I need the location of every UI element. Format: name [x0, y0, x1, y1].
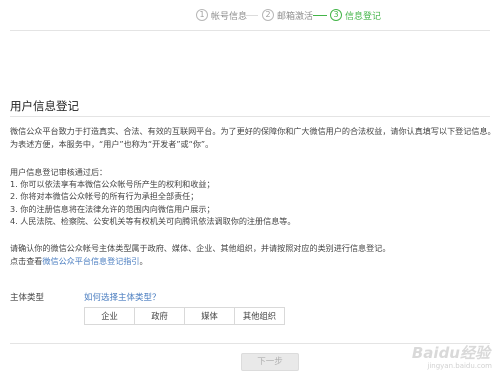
page-title: 用户信息登记: [10, 99, 79, 113]
guide-prefix: 点击查看: [10, 256, 43, 266]
subject-option-other-org[interactable]: 其他组织: [234, 307, 285, 325]
guide-suffix: 。: [139, 256, 148, 266]
step-label: 帐号信息: [211, 11, 248, 22]
watermark-url: jingyan.baidu.com: [427, 362, 492, 370]
step-number: 3: [330, 9, 342, 21]
step-connector: [313, 15, 327, 16]
review-heading: 用户信息登记审核通过后：: [10, 167, 108, 177]
review-item: 1. 你可以依法享有本微信公众帐号所产生的权利和收益；: [10, 179, 215, 189]
subject-type-label: 主体类型: [10, 293, 45, 303]
step-connector: [246, 15, 258, 16]
step-label: 邮箱激活: [277, 11, 314, 22]
guide-link[interactable]: 微信公众平台信息登记指引: [42, 256, 139, 266]
subject-option-enterprise[interactable]: 企业: [84, 307, 135, 325]
step-info-registration: 3 信息登记: [330, 7, 381, 23]
subject-type-help-link[interactable]: 如何选择主体类型？: [84, 291, 161, 303]
step-email-activation: 2 邮箱激活: [262, 7, 313, 23]
step-number: 2: [262, 9, 274, 21]
watermark-brand: Baidu经验: [411, 344, 490, 362]
subject-type-options: 企业 政府 媒体 其他组织: [84, 307, 285, 325]
header-divider: [10, 30, 490, 31]
step-label: 信息登记: [345, 11, 382, 22]
subject-option-media[interactable]: 媒体: [184, 307, 235, 325]
confirm-text: 请确认你的微信公众帐号主体类型属于政府、媒体、企业、其他组织，并请按照对应的类别…: [10, 243, 391, 253]
step-progress: 1 帐号信息 2 邮箱激活 3 信息登记: [0, 7, 500, 23]
subject-option-government[interactable]: 政府: [134, 307, 185, 325]
intro-line-1: 微信公众平台致力于打造真实、合法、有效的互联网平台。为了更好的保障你和广大微信用…: [10, 126, 496, 136]
review-item: 3. 你的注册信息将在法律允许的范围内向微信用户展示；: [10, 204, 215, 214]
next-step-button[interactable]: 下一步: [241, 353, 299, 371]
review-item: 4. 人民法院、检察院、公安机关等有权机关可向腾讯依法调取你的注册信息等。: [10, 216, 296, 226]
title-divider: [10, 116, 490, 117]
intro-line-2: 为表述方便，本服务中，“用户”也称为“开发者”或“你”。: [10, 139, 214, 149]
review-item: 2. 你将对本微信公众帐号的所有行为承担全部责任；: [10, 191, 199, 201]
step-account-info: 1 帐号信息: [196, 7, 247, 23]
step-number: 1: [196, 9, 208, 21]
guide-line: 点击查看微信公众平台信息登记指引。: [10, 255, 148, 268]
